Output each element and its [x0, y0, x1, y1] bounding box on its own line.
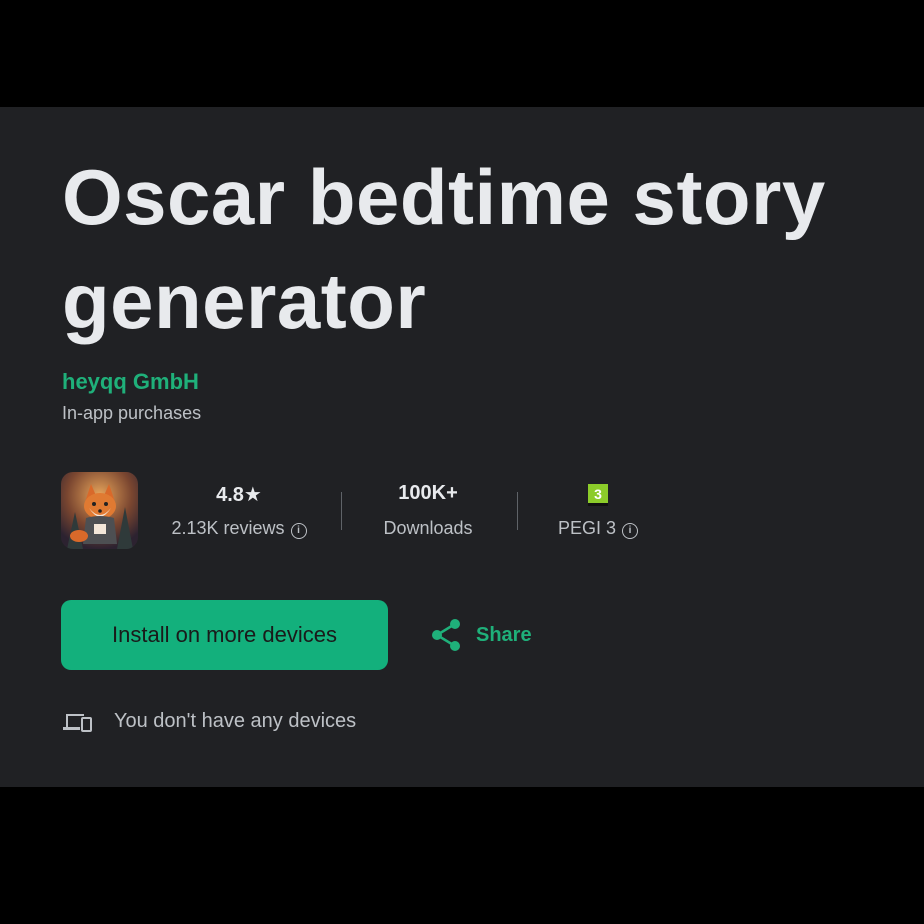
share-label: Share — [476, 623, 532, 646]
downloads-stat: 100K+ Downloads — [362, 482, 494, 539]
install-on-more-devices-button[interactable]: Install on more devices — [61, 600, 388, 670]
stat-divider — [341, 492, 342, 530]
downloads-label: Downloads — [383, 518, 473, 538]
pegi-label: PEGI 3 — [557, 518, 617, 538]
pegi-badge-icon: 3 — [588, 484, 608, 506]
info-icon[interactable]: i — [622, 523, 639, 539]
reviews-count: 2.13K reviews i — [158, 518, 320, 539]
app-details-panel: Oscar bedtime story generator heyqq GmbH… — [0, 107, 924, 787]
rating-stat: 4.8★ 2.13K reviews i — [158, 482, 320, 539]
in-app-purchases-label: In-app purchases — [62, 403, 202, 423]
developer-link[interactable]: heyqq GmbH — [62, 369, 199, 395]
devices-icon — [63, 713, 92, 732]
share-button[interactable]: Share — [430, 617, 532, 653]
content-rating-stat: 3 PEGI 3 i — [536, 482, 660, 539]
pegi-rating: PEGI 3 i — [536, 518, 660, 539]
app-title: Oscar bedtime story generator — [62, 153, 826, 345]
pegi-badge-wrap: 3 — [536, 482, 660, 508]
no-devices-message: You don't have any devices — [114, 710, 357, 732]
share-icon — [432, 619, 460, 651]
app-icon — [61, 472, 138, 549]
rating-value: 4.8★ — [216, 484, 262, 506]
info-icon[interactable]: i — [290, 523, 307, 539]
downloads-value: 100K+ — [398, 482, 458, 504]
devices-status: You don't have any devices — [62, 710, 356, 733]
stat-divider — [517, 492, 518, 530]
reviews-label: 2.13K reviews — [171, 518, 285, 538]
